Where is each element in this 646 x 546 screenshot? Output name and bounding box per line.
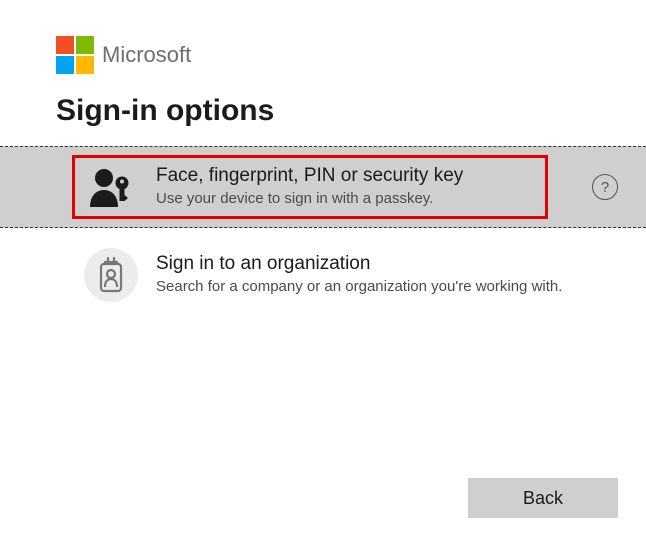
signin-option-passkey[interactable]: Face, fingerprint, PIN or security key U… <box>0 146 646 228</box>
option-text: Sign in to an organization Search for a … <box>156 253 618 297</box>
page-title: Sign-in options <box>56 94 590 128</box>
option-title: Sign in to an organization <box>156 253 618 275</box>
dialog-footer: Back <box>468 478 618 518</box>
back-button[interactable]: Back <box>468 478 618 518</box>
passkey-icon <box>84 167 138 207</box>
org-badge-icon <box>84 248 138 302</box>
brand-row: Microsoft <box>56 36 590 74</box>
help-icon[interactable]: ? <box>592 174 618 200</box>
brand-name: Microsoft <box>102 42 191 68</box>
signin-option-organization[interactable]: Sign in to an organization Search for a … <box>0 228 646 320</box>
dialog-header: Microsoft Sign-in options <box>0 0 646 128</box>
option-subtitle: Search for a company or an organization … <box>156 277 618 297</box>
option-title: Face, fingerprint, PIN or security key <box>156 165 578 187</box>
microsoft-logo-icon <box>56 36 94 74</box>
option-text: Face, fingerprint, PIN or security key U… <box>156 165 578 209</box>
option-subtitle: Use your device to sign in with a passke… <box>156 189 578 209</box>
